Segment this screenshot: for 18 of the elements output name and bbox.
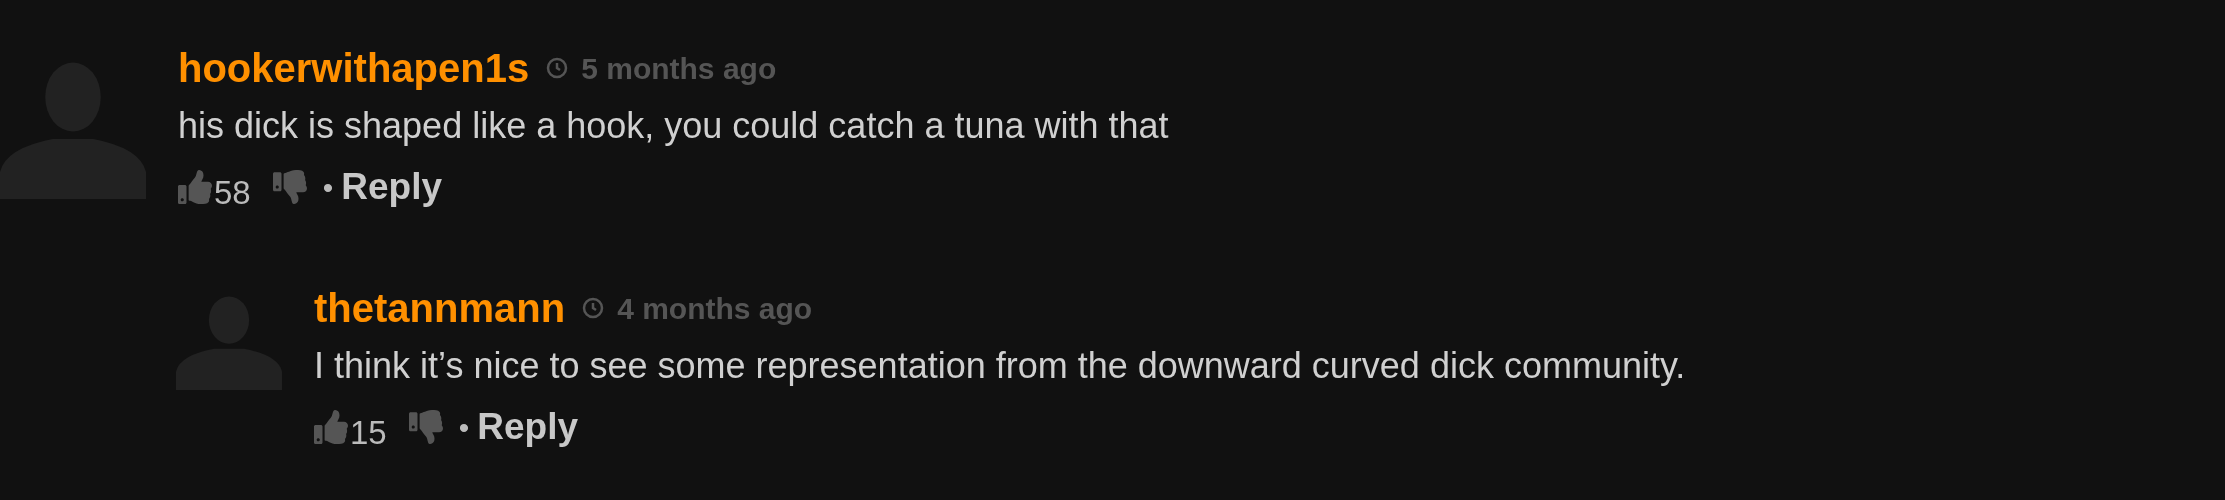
- clock-icon: [545, 56, 570, 80]
- clock-icon: [581, 296, 606, 320]
- reply-link[interactable]: Reply: [477, 399, 578, 455]
- comment-text: his dick is shaped like a hook, you could catch a tuna with that: [178, 104, 1169, 147]
- username-link[interactable]: thetannmann: [314, 278, 566, 338]
- separator: •: [322, 169, 334, 206]
- like-count: 58: [214, 173, 251, 214]
- thumbs-down-icon[interactable]: [408, 410, 443, 444]
- thumbs-down-icon[interactable]: [272, 170, 307, 204]
- like-count: 15: [350, 413, 387, 454]
- timestamp: 4 months ago: [617, 290, 813, 327]
- comment-text: I think it’s nice to see some representation from the downward curved dick community.: [314, 344, 1686, 387]
- reply-link[interactable]: Reply: [341, 159, 442, 215]
- thumbs-up-icon[interactable]: [314, 410, 348, 444]
- separator: •: [458, 409, 470, 446]
- timestamp: 5 months ago: [581, 50, 777, 87]
- thumbs-up-icon[interactable]: [178, 170, 212, 204]
- username-link[interactable]: hookerwithapen1s: [178, 38, 530, 98]
